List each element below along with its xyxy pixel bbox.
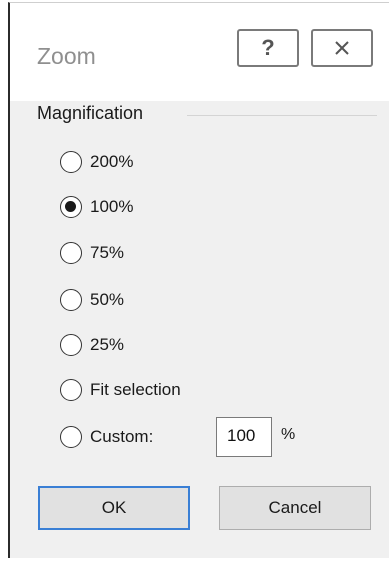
radio-button[interactable] [60, 426, 82, 448]
radio-75[interactable]: 75% [60, 239, 124, 267]
cancel-button[interactable]: Cancel [219, 486, 371, 530]
magnification-label: Magnification [37, 103, 152, 124]
radio-label-100: 100% [90, 197, 134, 216]
title-bar: Zoom ? [10, 3, 389, 101]
radio-100[interactable]: 100% [60, 193, 133, 221]
percent-unit-label: % [281, 426, 296, 443]
close-button[interactable] [311, 29, 373, 67]
custom-zoom-input[interactable]: 100 [216, 417, 272, 457]
close-icon [335, 41, 349, 55]
dialog-title: Zoom [37, 43, 96, 69]
radio-label-custom: Custom: [90, 427, 154, 446]
radio-label-25: 25% [90, 335, 125, 354]
help-icon: ? [261, 35, 275, 60]
radio-fit-selection[interactable]: Fit selection [60, 376, 181, 404]
magnification-group: Magnification [37, 103, 377, 125]
radio-button[interactable] [60, 334, 82, 356]
radio-50[interactable]: 50% [60, 286, 124, 314]
group-divider [187, 115, 377, 116]
radio-button[interactable] [60, 379, 82, 401]
radio-label-75: 75% [90, 243, 125, 262]
radio-200[interactable]: 200% [60, 148, 133, 176]
radio-label-50: 50% [90, 290, 125, 309]
radio-label-fit-selection: Fit selection [90, 380, 181, 399]
radio-button-selected[interactable] [60, 196, 82, 218]
zoom-dialog: Zoom ? Magnification 200% 100% 75% 50% 2… [8, 2, 389, 558]
radio-button[interactable] [60, 151, 82, 173]
radio-label-200: 200% [90, 152, 134, 171]
ok-button[interactable]: OK [38, 486, 190, 530]
radio-button[interactable] [60, 242, 82, 264]
help-button[interactable]: ? [237, 29, 299, 67]
radio-button[interactable] [60, 289, 82, 311]
radio-custom[interactable]: Custom: [60, 423, 153, 451]
radio-25[interactable]: 25% [60, 331, 124, 359]
